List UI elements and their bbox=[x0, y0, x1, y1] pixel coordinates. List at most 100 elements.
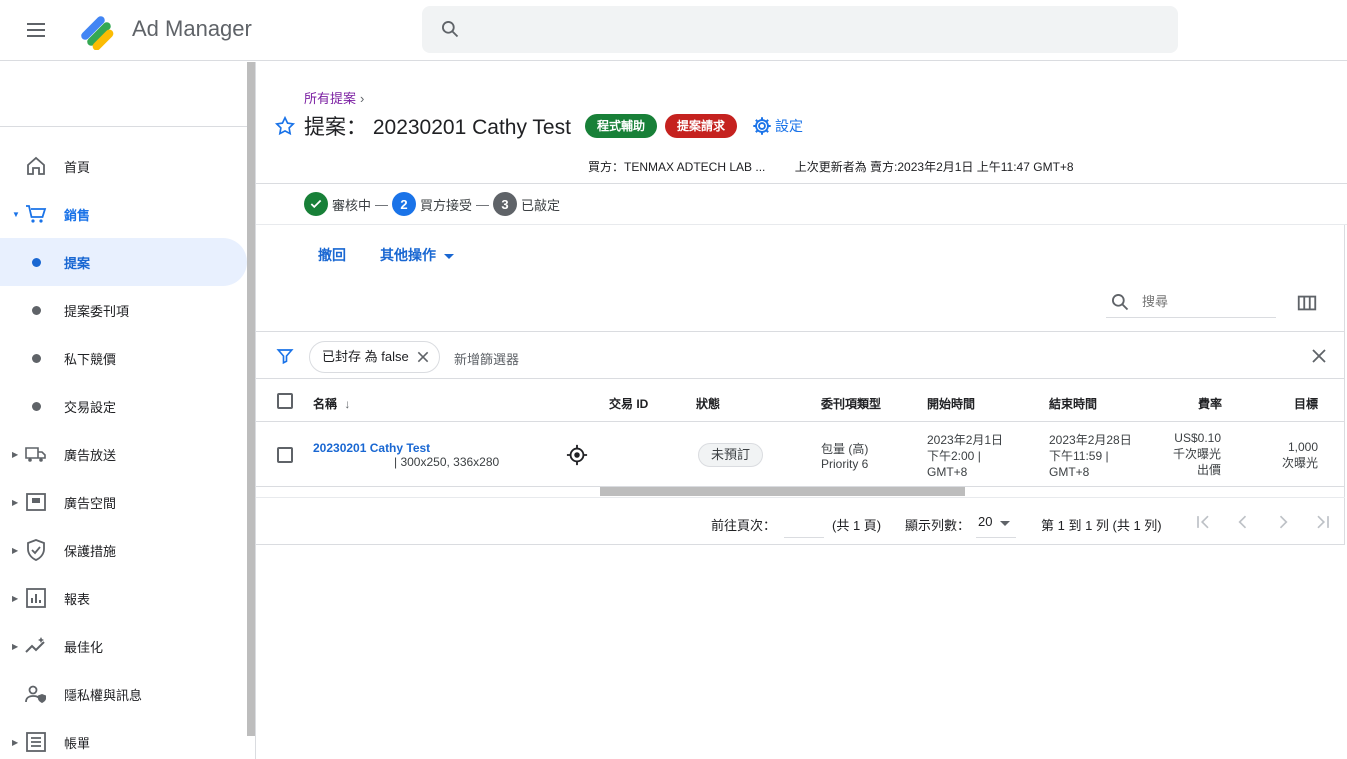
rows-per-page-select[interactable]: 20 bbox=[976, 510, 1016, 538]
main-content: 所有提案 › 提案： 20230201 Cathy Test 程式輔助 提案請求 … bbox=[256, 62, 1347, 759]
column-header-status[interactable]: 狀態 bbox=[696, 395, 720, 412]
column-header-start[interactable]: 開始時間 bbox=[927, 395, 975, 412]
column-header-deal-id[interactable]: 交易 ID bbox=[609, 395, 648, 412]
close-icon[interactable] bbox=[415, 349, 431, 365]
column-header-end[interactable]: 結束時間 bbox=[1049, 395, 1097, 412]
target-icon[interactable] bbox=[566, 444, 588, 466]
bullet-icon bbox=[32, 401, 41, 411]
filter-chip-label: 已封存 為 false bbox=[322, 349, 409, 364]
sidebar-item-optimization[interactable]: ▶ 最佳化 bbox=[0, 622, 247, 670]
line-item-sizes: | 300x250, 336x280 bbox=[394, 455, 500, 469]
total-pages: (共 1 頁) bbox=[832, 518, 882, 533]
settings-link[interactable]: 設定 bbox=[751, 115, 803, 137]
page-title: 提案： 20230201 Cathy Test bbox=[304, 116, 571, 139]
previous-page-icon[interactable] bbox=[1233, 512, 1253, 532]
step-label: 買方接受 bbox=[420, 197, 473, 213]
sidebar-item-sales[interactable]: ▼ 銷售 bbox=[0, 190, 247, 238]
breadcrumb[interactable]: 所有提案 › bbox=[304, 88, 364, 107]
goal-unit: 次曝光 bbox=[1281, 456, 1318, 470]
retract-button[interactable]: 撤回 bbox=[318, 245, 346, 265]
more-actions-button[interactable]: 其他操作 bbox=[380, 245, 454, 265]
next-page-icon[interactable] bbox=[1273, 512, 1293, 532]
sidebar-item-label: 首頁 bbox=[64, 159, 91, 175]
truck-icon bbox=[25, 447, 46, 462]
row-checkbox[interactable] bbox=[277, 447, 293, 463]
column-header-goal[interactable]: 目標 bbox=[1294, 395, 1318, 412]
table-horizontal-scrollbar[interactable] bbox=[600, 487, 965, 496]
gear-icon bbox=[753, 117, 771, 135]
search-icon bbox=[442, 21, 459, 38]
report-icon bbox=[26, 588, 46, 608]
sidebar-item-deal-settings[interactable]: 交易設定 bbox=[0, 382, 247, 430]
sidebar-item-reports[interactable]: ▶ 報表 bbox=[0, 574, 247, 622]
star-icon[interactable] bbox=[274, 115, 296, 137]
sidebar-item-label: 提案 bbox=[64, 255, 91, 271]
sidebar-item-proposal-line-items[interactable]: 提案委刊項 bbox=[0, 286, 247, 334]
caret-down-icon bbox=[1000, 521, 1010, 526]
sidebar-item-label: 提案委刊項 bbox=[64, 303, 130, 319]
caret-right-icon: ▶ bbox=[12, 545, 19, 555]
breadcrumb-all-proposals[interactable]: 所有提案 bbox=[304, 91, 356, 106]
sidebar: 首頁 ▼ 銷售 提案 提案委刊項 私下競價 交易設定 ▶ 廣告放送 ▶ 廣告空間… bbox=[0, 62, 247, 759]
bullet-icon bbox=[32, 305, 41, 315]
goal-value: 1,000 bbox=[1287, 440, 1318, 454]
sidebar-item-privacy-messaging[interactable]: 隱私權與訊息 bbox=[0, 670, 247, 718]
arrow-down-icon: ↓ bbox=[344, 397, 351, 411]
table-search[interactable] bbox=[1106, 290, 1276, 318]
pagination: 前往頁次： (共 1 頁) 顯示列數： 20 第 1 到 1 列 (共 1 列) bbox=[256, 497, 1345, 545]
select-all-checkbox[interactable] bbox=[277, 393, 293, 409]
first-page-icon[interactable] bbox=[1193, 512, 1213, 532]
row-range: 第 1 到 1 列 (共 1 列) bbox=[1041, 518, 1162, 533]
sidebar-item-label: 銷售 bbox=[64, 207, 91, 223]
sidebar-item-delivery[interactable]: ▶ 廣告放送 bbox=[0, 430, 247, 478]
sidebar-item-inventory[interactable]: ▶ 廣告空間 bbox=[0, 478, 247, 526]
sidebar-item-label: 帳單 bbox=[64, 735, 91, 751]
rate-type: 出價 bbox=[1196, 463, 1221, 477]
type-primary: 包量 (高) bbox=[821, 442, 869, 456]
caret-right-icon: ▶ bbox=[12, 449, 19, 459]
sidebar-item-protections[interactable]: ▶ 保護措施 bbox=[0, 526, 247, 574]
column-header-rate[interactable]: 費率 bbox=[1198, 395, 1222, 412]
end-timezone: GMT+8 bbox=[1049, 465, 1090, 479]
sidebar-item-label: 廣告空間 bbox=[64, 495, 117, 511]
start-time: 下午2:00 | bbox=[927, 449, 981, 463]
sidebar-item-label: 私下競價 bbox=[64, 351, 117, 367]
last-page-icon[interactable] bbox=[1313, 512, 1333, 532]
inventory-icon bbox=[26, 493, 46, 511]
privacy-icon bbox=[25, 685, 46, 703]
chevron-right-icon: › bbox=[360, 91, 365, 106]
start-timezone: GMT+8 bbox=[927, 465, 968, 479]
title-row: 提案： 20230201 Cathy Test 程式輔助 提案請求 設定 bbox=[274, 112, 803, 140]
home-icon bbox=[27, 156, 45, 175]
archived-filter-chip[interactable]: 已封存 為 false bbox=[309, 341, 440, 373]
sidebar-scrollbar[interactable] bbox=[247, 62, 255, 736]
rate-unit: 千次曝光 bbox=[1172, 447, 1221, 461]
caret-right-icon: ▶ bbox=[12, 593, 19, 603]
step-label: 審核中 bbox=[332, 197, 372, 213]
type-priority: Priority 6 bbox=[821, 457, 869, 471]
column-header-name[interactable]: 名稱 ↓ bbox=[313, 395, 350, 412]
sidebar-header bbox=[0, 62, 247, 127]
sidebar-item-home[interactable]: 首頁 bbox=[0, 142, 247, 190]
global-search-input[interactable] bbox=[422, 6, 1178, 53]
filter-icon[interactable] bbox=[276, 347, 294, 365]
filter-bar: 已封存 為 false 新增篩選器 bbox=[256, 331, 1345, 379]
rows-per-page-value: 20 bbox=[978, 514, 993, 529]
rate-value: US$0.10 bbox=[1174, 431, 1221, 445]
step-number: 3 bbox=[493, 192, 518, 216]
columns-icon[interactable] bbox=[1296, 292, 1318, 314]
buyer-text: 買方：TENMAX ADTECH LAB ... bbox=[588, 160, 766, 174]
close-icon[interactable] bbox=[1310, 347, 1328, 365]
sidebar-item-private-auctions[interactable]: 私下競價 bbox=[0, 334, 247, 382]
goto-page-input[interactable] bbox=[784, 510, 824, 538]
status-stepper: 審核中 — 2 買方接受 — 3 已敲定 bbox=[304, 192, 560, 216]
sidebar-item-billing[interactable]: ▶ 帳單 bbox=[0, 718, 247, 759]
table-search-input[interactable] bbox=[1142, 294, 1272, 309]
sidebar-item-proposals[interactable]: 提案 bbox=[0, 238, 247, 286]
caret-down-icon: ▼ bbox=[12, 209, 20, 219]
menu-icon[interactable] bbox=[24, 18, 48, 42]
step-label: 已敲定 bbox=[521, 197, 561, 213]
column-header-type[interactable]: 委刊項類型 bbox=[821, 395, 881, 412]
add-filter-button[interactable]: 新增篩選器 bbox=[454, 349, 519, 368]
proposal-meta: 買方：TENMAX ADTECH LAB ... 上次更新者為 賣方:2023年… bbox=[588, 158, 1100, 175]
